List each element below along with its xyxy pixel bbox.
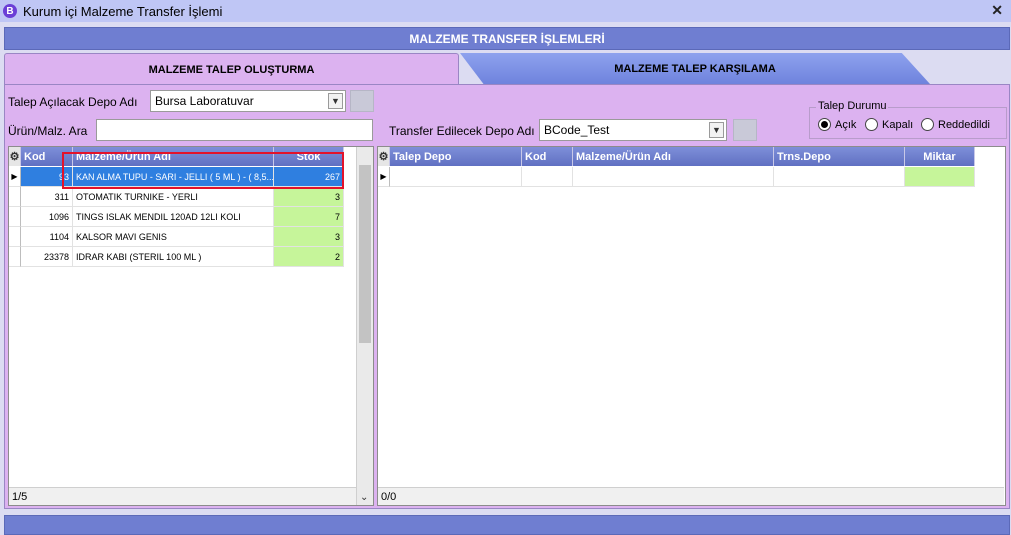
cell-trns-depo[interactable] <box>774 167 905 187</box>
cell-kod: 23378 <box>21 247 73 267</box>
column-header-miktar[interactable]: Miktar <box>905 147 975 166</box>
new-row[interactable]: ▶ <box>378 167 975 187</box>
column-header-kod[interactable]: Kod <box>522 147 573 166</box>
cell-ad: IDRAR KABI (STERIL 100 ML ) <box>73 247 274 267</box>
radio-kapali[interactable]: Kapalı <box>865 118 913 131</box>
search-input[interactable] <box>96 119 373 141</box>
cell-kod[interactable] <box>522 167 573 187</box>
cell-ad: KALSOR MAVI GENIS <box>73 227 274 247</box>
transfer-depo-button[interactable] <box>733 119 757 141</box>
tab-strip: MALZEME TALEP OLUŞTURMA MALZEME TALEP KA… <box>4 53 1010 85</box>
radio-acik-label: Açık <box>835 118 857 131</box>
cell-ad: OTOMATIK TURNIKE - YERLI <box>73 187 274 207</box>
tab-panel: Talep Açılacak Depo Adı Bursa Laboratuva… <box>4 84 1010 509</box>
grid-settings-icon[interactable]: ⚙ <box>9 147 21 166</box>
table-row[interactable]: 311 OTOMATIK TURNIKE - YERLI 3 <box>9 187 345 207</box>
cell-kod: 1104 <box>21 227 73 247</box>
window-titlebar: B Kurum içi Malzeme Transfer İşlemi ✕ <box>0 0 1011 22</box>
talep-depo-label: Talep Açılacak Depo Adı <box>8 95 138 109</box>
column-header-trns-depo[interactable]: Trns.Depo <box>774 147 905 166</box>
transfer-depo-select[interactable]: BCode_Test ▼ <box>539 119 727 141</box>
row-indicator <box>9 247 21 267</box>
tab-malzeme-talep-karsilama[interactable]: MALZEME TALEP KARŞILAMA <box>460 53 930 84</box>
chevron-down-icon[interactable]: ▼ <box>709 122 724 138</box>
footer-band <box>4 515 1010 535</box>
talep-durumu-group: Talep Durumu Açık Kapalı Reddedildi <box>809 100 1007 139</box>
chevron-down-icon[interactable]: ⌄ <box>360 492 368 503</box>
close-button[interactable]: ✕ <box>991 2 1003 19</box>
grid-status: 0/0 <box>378 487 1004 505</box>
row-pointer-icon: ▶ <box>378 167 390 187</box>
section-header: MALZEME TRANSFER İŞLEMLERİ <box>4 27 1010 50</box>
transfer-grid: ⚙ Talep Depo Kod Malzeme/Ürün Adı Trns.D… <box>377 146 1006 506</box>
highlight-box <box>62 152 344 189</box>
cell-ad[interactable] <box>573 167 774 187</box>
talep-durumu-legend: Talep Durumu <box>816 100 889 112</box>
radio-selected-icon[interactable] <box>818 118 831 131</box>
cell-stok: 2 <box>274 247 344 267</box>
table-row[interactable]: 1096 TINGS ISLAK MENDIL 120AD 12LI KOLI … <box>9 207 345 227</box>
cell-miktar[interactable] <box>905 167 975 187</box>
grid-settings-icon[interactable]: ⚙ <box>378 147 390 166</box>
tab-malzeme-talep-olusturma[interactable]: MALZEME TALEP OLUŞTURMA <box>4 53 459 85</box>
talep-depo-value: Bursa Laboratuvar <box>155 94 254 108</box>
radio-icon[interactable] <box>865 118 878 131</box>
radio-kapali-label: Kapalı <box>882 118 914 131</box>
radio-acik[interactable]: Açık <box>818 118 856 131</box>
row-indicator <box>9 187 21 207</box>
transfer-depo-value: BCode_Test <box>544 123 610 137</box>
radio-reddedildi[interactable]: Reddedildi <box>921 118 990 131</box>
radio-icon[interactable] <box>921 118 934 131</box>
cell-stok: 3 <box>274 227 344 247</box>
app-icon: B <box>3 4 17 18</box>
talep-depo-button[interactable] <box>350 90 374 112</box>
cell-stok: 3 <box>274 187 344 207</box>
section-title: MALZEME TRANSFER İŞLEMLERİ <box>409 31 605 46</box>
search-label: Ürün/Malz. Ara <box>8 124 88 138</box>
radio-reddedildi-label: Reddedildi <box>938 118 990 131</box>
row-indicator <box>9 207 21 227</box>
stock-grid: ⚙ Kod Malzeme/Ürün Adı Stok ▶ 93 KAN ALM… <box>8 146 374 506</box>
column-header-malzeme[interactable]: Malzeme/Ürün Adı <box>573 147 774 166</box>
cell-ad: TINGS ISLAK MENDIL 120AD 12LI KOLI <box>73 207 274 227</box>
cell-stok: 7 <box>274 207 344 227</box>
cell-talep-depo[interactable] <box>390 167 522 187</box>
cell-kod: 1096 <box>21 207 73 227</box>
column-header-talep-depo[interactable]: Talep Depo <box>390 147 522 166</box>
row-indicator <box>9 227 21 247</box>
vertical-scrollbar[interactable]: ⌄ <box>356 147 373 505</box>
scrollbar-thumb[interactable] <box>359 165 371 343</box>
table-row[interactable]: 1104 KALSOR MAVI GENIS 3 <box>9 227 345 247</box>
transfer-depo-label: Transfer Edilecek Depo Adı <box>389 124 535 138</box>
chevron-down-icon[interactable]: ▼ <box>328 93 343 109</box>
row-pointer-icon: ▶ <box>9 167 21 187</box>
window-title: Kurum içi Malzeme Transfer İşlemi <box>23 3 223 19</box>
grid-status: 1/5 <box>9 487 356 505</box>
talep-depo-select[interactable]: Bursa Laboratuvar ▼ <box>150 90 346 112</box>
table-row[interactable]: 23378 IDRAR KABI (STERIL 100 ML ) 2 <box>9 247 345 267</box>
cell-kod: 311 <box>21 187 73 207</box>
